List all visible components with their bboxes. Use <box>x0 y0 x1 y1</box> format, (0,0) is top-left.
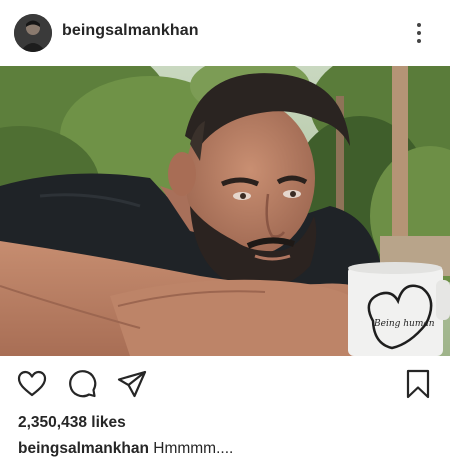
caption-text: Hmmmm.... <box>153 440 234 457</box>
bookmark-icon[interactable] <box>402 368 434 400</box>
post-header: beingsalmankhan <box>0 0 450 66</box>
post-username[interactable]: beingsalmankhan <box>62 22 199 40</box>
post-photo-image: Being human <box>0 66 450 356</box>
more-vertical-icon[interactable] <box>412 20 426 46</box>
comment-icon[interactable] <box>66 368 98 400</box>
post-caption: beingsalmankhan Hmmmm.... <box>18 440 233 458</box>
avatar-image <box>14 14 52 52</box>
send-icon[interactable] <box>116 368 148 400</box>
mug-print-text: Being human <box>373 319 435 329</box>
heart-icon[interactable] <box>16 368 48 400</box>
likes-count[interactable]: 2,350,438 likes <box>18 414 126 432</box>
post-photo[interactable]: Being human <box>0 66 450 356</box>
caption-username[interactable]: beingsalmankhan <box>18 440 149 457</box>
post-actions-bar <box>0 356 450 412</box>
avatar[interactable] <box>14 14 52 52</box>
